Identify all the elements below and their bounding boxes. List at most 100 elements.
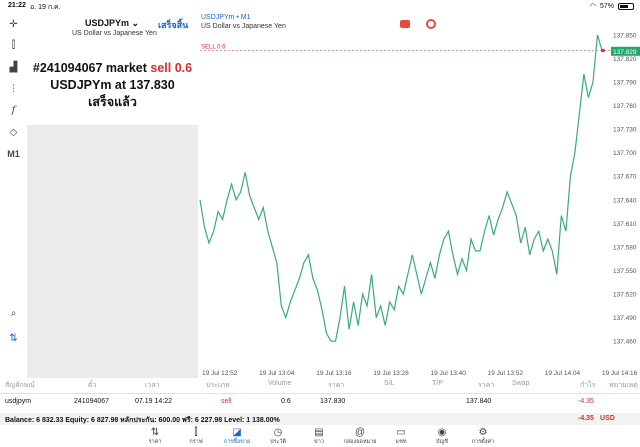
chat-icon: ▭ <box>396 427 406 438</box>
col-time: เวลา <box>145 382 160 389</box>
result-status: เสร็จแล้ว <box>88 95 137 109</box>
nav-chart[interactable]: ⫿ กราฟ <box>176 427 216 446</box>
y-tick-label: 137.700 <box>613 150 637 157</box>
symbol-selector[interactable]: USDJPYm ⌄ <box>85 18 139 29</box>
bottom-nav: ⇅ ราคา ⫿ กราฟ ◪ การซื้อขาย ◷ ประวัติ ▤ ข่าว @… <box>0 427 640 447</box>
order-result-message: #241094067 market sell 0.6 USDJPYm at 13… <box>27 60 198 111</box>
col-swap: Swap <box>512 380 530 387</box>
account-icon: ◉ <box>437 427 447 438</box>
nav-label: แชท <box>395 439 407 445</box>
signal-icon[interactable] <box>426 19 436 29</box>
nav-label: บัญชี <box>436 439 448 445</box>
row-type: sell <box>221 398 232 405</box>
x-tick-label: 19 Jul 14:16 <box>602 370 638 377</box>
nav-chat[interactable]: ▭ แชท <box>381 427 421 446</box>
trade-icon[interactable]: ⇅ <box>6 331 21 345</box>
col-volume: Volume <box>268 380 292 387</box>
current-price-label: 137.829 <box>613 49 637 56</box>
arrows-updown-icon: ⇅ <box>150 427 160 438</box>
nav-mailbox[interactable]: @ กล่องจดหมาย <box>340 427 380 446</box>
y-tick-label: 137.580 <box>613 244 637 251</box>
candles-icon: ⫿ <box>194 427 198 438</box>
row-current-price: 137.840 <box>466 398 492 405</box>
news-icon: ▤ <box>314 427 324 438</box>
mail-at-icon: @ <box>354 427 366 438</box>
gear-icon: ⚙ <box>478 427 488 438</box>
chart-svg: 137.850 137.820 137.790 137.760 137.730 137.7… <box>199 32 640 377</box>
row-ticket: 241094067 <box>74 398 110 405</box>
nav-trade[interactable]: ◪ การซื้อขาย <box>217 427 257 446</box>
nav-settings[interactable]: ⚙ การตั้งค่า <box>463 427 503 446</box>
nav-label: ราคา <box>148 439 162 445</box>
result-symbol: USDJPYm at <box>50 78 130 92</box>
balance-summary: Balance: 6 832.33 Equity: 6 827.98 หลักป… <box>5 417 280 424</box>
y-tick-label: 137.460 <box>613 339 637 346</box>
nav-news[interactable]: ▤ ข่าว <box>299 427 339 446</box>
y-tick-label: 137.820 <box>613 56 637 63</box>
y-tick-label: 137.520 <box>613 292 637 299</box>
order-point <box>601 48 605 53</box>
result-ticket: #241094067 market <box>32 61 151 75</box>
nav-label: กราฟ <box>189 439 203 445</box>
col-profit: กำไร <box>580 382 596 389</box>
x-tick-label: 19 Jul 13:40 <box>430 370 466 377</box>
y-tick-label: 137.550 <box>613 268 637 275</box>
order-panel-background <box>27 125 198 378</box>
trade-chart-icon: ◪ <box>232 427 242 438</box>
col-sl: S/L <box>384 380 395 387</box>
history-icon: ◷ <box>273 427 283 438</box>
settings-sliders-icon[interactable]: ⫶ <box>6 82 21 96</box>
col-price: ราคา <box>328 382 345 389</box>
y-tick-label: 137.610 <box>613 221 637 228</box>
total-profit: -4.35 <box>578 415 594 422</box>
wifi-icon: ◠ <box>589 3 596 10</box>
col-ticket: ตั๋ว <box>88 382 97 389</box>
price-series-line <box>199 34 603 342</box>
table-row[interactable]: usdjpym 241094067 07.19 14:22 sell 0.6 1… <box>0 398 640 410</box>
x-tick-label: 19 Jul 13:04 <box>259 370 295 377</box>
crosshair-icon[interactable]: ✛ <box>6 17 21 31</box>
status-time: 21:22 <box>8 2 26 9</box>
chart-description: US Dollar vs Japanese Yen <box>201 23 286 30</box>
result-side: sell 0.6 <box>150 61 193 75</box>
nav-history[interactable]: ◷ ประวัติ <box>258 427 298 446</box>
col-comment: หมายเหตุ <box>609 382 638 389</box>
shapes-icon[interactable]: ◇ <box>6 125 21 139</box>
done-button[interactable]: เสร็จสิ้น <box>158 18 188 32</box>
nav-account[interactable]: ◉ บัญชี <box>422 427 462 446</box>
battery-icon <box>618 2 634 10</box>
x-tick-label: 19 Jul 12:52 <box>202 370 238 377</box>
currency: USD <box>600 415 615 422</box>
y-tick-label: 137.640 <box>613 197 637 204</box>
chart-symbol: USDJPYm • M1 <box>201 14 251 21</box>
indicators-icon[interactable]: ▟ <box>6 60 21 74</box>
symbol-name: USDJPYm <box>85 18 130 28</box>
battery-percent: 57% <box>599 2 614 10</box>
x-tick-label: 19 Jul 13:16 <box>316 370 352 377</box>
symbol-description: US Dollar vs Japanese Yen <box>72 30 157 37</box>
col-symbol: สัญลักษณ์ <box>5 382 35 389</box>
y-tick-label: 137.670 <box>613 174 637 181</box>
col-current-price: ราคา <box>478 382 495 389</box>
y-tick-label: 137.850 <box>613 32 637 39</box>
nav-label: ข่าว <box>314 439 324 445</box>
result-price: 137.830 <box>129 78 175 92</box>
nav-quotes[interactable]: ⇅ ราคา <box>135 427 175 446</box>
nav-label: การซื้อขาย <box>223 439 251 445</box>
function-icon[interactable]: f <box>6 103 21 117</box>
row-price: 137.830 <box>320 398 346 405</box>
balance-bar: Balance: 6 832.33 Equity: 6 827.98 หลักป… <box>0 413 640 425</box>
one-click-trading-icon[interactable] <box>400 20 410 28</box>
x-tick-label: 19 Jul 13:52 <box>488 370 524 377</box>
row-time: 07.19 14:22 <box>135 398 172 405</box>
chevron-down-icon: ⌄ <box>131 18 140 28</box>
candles-icon[interactable]: ⫿ <box>6 38 21 52</box>
y-tick-label: 137.790 <box>613 79 637 86</box>
price-chart[interactable]: 137.850 137.820 137.790 137.760 137.730 137.7… <box>198 13 640 378</box>
nav-label: กล่องจดหมาย <box>343 439 377 445</box>
x-tick-label: 19 Jul 13:28 <box>373 370 409 377</box>
sell-level-label: SELL 0.6 <box>201 45 226 51</box>
chart-search-icon[interactable]: ⌕ <box>6 306 21 320</box>
timeframe-button[interactable]: M1 <box>6 147 21 161</box>
positions-table-header: สัญลักษณ์ ตั๋ว เวลา ประเภท Volume ราคา S… <box>0 380 640 391</box>
